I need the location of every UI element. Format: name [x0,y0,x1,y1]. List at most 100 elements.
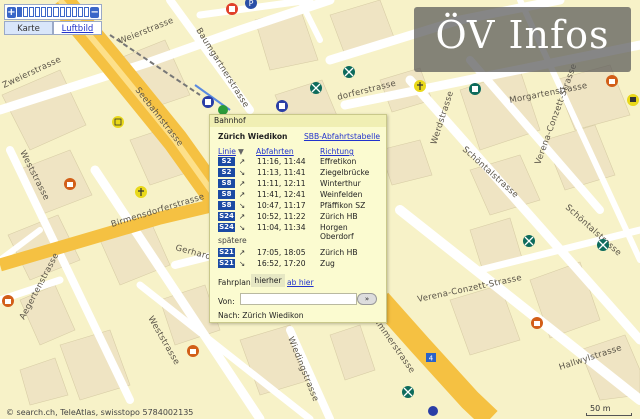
destination: Weinfelden [320,190,363,199]
departure-times: 11:04, 11:34 [257,223,306,232]
zoom-step[interactable] [71,7,78,17]
departure-row[interactable]: S21 ↘ 16:52, 17:20 Zug [218,259,383,268]
destination: Zürich HB [320,212,358,221]
departure-row[interactable]: S21 ↗ 17:05, 18:05 Zürich HB [218,248,383,257]
line-badge[interactable]: S21 [218,259,235,268]
map-type-tabs: Karte Luftbild [4,21,102,35]
direction-arrow-icon: ↘ [239,201,246,210]
direction-arrow-icon: ↘ [239,259,246,268]
zoom-step[interactable] [59,7,65,17]
departure-times: 11:11, 12:11 [257,179,306,188]
line-badge[interactable]: S8 [218,179,235,188]
station-popup: Bahnhof Zürich Wiedikon SBB-Abfahrtstabe… [209,114,387,323]
tab-luftbild[interactable]: Luftbild [53,21,102,35]
destination: Ziegelbrücke [320,168,370,177]
zoom-step[interactable] [53,7,59,17]
app-title-overlay: ÖV Infos [414,7,631,72]
destination: Winterthur [320,179,361,188]
sort-arrow-icon: ▼ [238,147,244,156]
line-badge[interactable]: S8 [218,201,235,210]
church-icon[interactable] [135,186,147,198]
sort-by-departures-link[interactable]: Abfahrten [256,147,294,156]
restaurant-icon[interactable] [187,345,199,357]
departure-times: 11:13, 11:41 [257,168,306,177]
scale-label: 50 m [590,404,611,413]
direction-arrow-icon: ↗ [239,190,246,199]
sort-by-direction-link[interactable]: Richtung [320,147,354,156]
tram-stop-icon[interactable] [402,386,414,398]
route-search-button[interactable]: » [357,293,377,305]
svg-text:P: P [249,0,254,8]
tab-ab-hier[interactable]: ab hier [287,278,314,287]
station-name: Zürich Wiedikon [218,132,288,141]
direction-arrow-icon: ↘ [239,168,246,177]
tram-stop-icon[interactable] [523,235,535,247]
line-badge[interactable]: S8 [218,190,235,199]
line-badge[interactable]: S2 [218,157,235,166]
line-badge[interactable]: S24 [218,212,235,221]
zoom-step[interactable] [22,7,28,17]
departure-row[interactable]: S2 ↘ 11:13, 11:41 Ziegelbrücke [218,168,383,177]
tab-hierher[interactable]: hierher [251,274,285,287]
zoom-step[interactable] [28,7,35,17]
zoom-step[interactable] [65,7,71,17]
nach-label: Nach: Zürich Wiedikon [218,311,304,320]
tram-stop-icon[interactable] [597,239,609,251]
zoom-step[interactable] [84,7,90,17]
von-input[interactable] [240,293,357,305]
direction-arrow-icon: ↗ [239,212,246,221]
von-label: Von: [218,297,235,306]
destination: Zug [320,259,335,268]
bus-stop-icon[interactable] [226,3,238,15]
popup-type-label: Bahnhof [210,115,386,127]
direction-arrow-icon: ↗ [239,157,246,166]
zoom-step[interactable] [47,7,53,17]
zoom-step[interactable] [35,7,41,17]
departure-row[interactable]: S8 ↘ 10:47, 11:17 Pfäffikon SZ [218,201,383,210]
line-badge[interactable]: S24 [218,223,235,232]
road-number-label: 4 [429,355,434,363]
destination: Zürich HB [320,248,358,257]
tram-stop-icon[interactable] [310,82,322,94]
destination: Pfäffikon SZ [320,201,366,210]
tab-karte[interactable]: Karte [4,21,53,35]
direction-arrow-icon: ↘ [239,223,246,232]
line-badge[interactable]: S2 [218,168,235,177]
scale-bar [586,413,632,416]
tram-stop-icon[interactable] [343,66,355,78]
departure-times: 17:05, 18:05 [257,248,306,257]
bus-stop-icon[interactable] [276,100,288,112]
shop-icon[interactable] [469,83,481,95]
sort-by-line-link[interactable]: Linie [218,147,236,156]
bus-stop-icon[interactable] [428,406,438,416]
restaurant-icon[interactable] [606,75,618,87]
zoom-step[interactable] [78,7,84,17]
restaurant-icon[interactable] [531,317,543,329]
departure-times: 10:52, 11:22 [257,212,306,221]
departure-row[interactable]: S2 ↗ 11:16, 11:44 Effretikon [218,157,383,166]
later-label: spätere [218,236,247,245]
restaurant-icon[interactable] [64,178,76,190]
restaurant-icon[interactable] [2,295,14,307]
zoom-in-button[interactable]: + [7,6,16,18]
departure-row[interactable]: S24 ↗ 10:52, 11:22 Zürich HB [218,212,383,221]
destination: Horgen Oberdorf [320,223,354,241]
church-icon[interactable] [414,80,426,92]
zoom-step[interactable] [41,7,47,17]
departure-times: 16:52, 17:20 [257,259,306,268]
line-badge[interactable]: S21 [218,248,235,257]
departure-row[interactable]: S24 ↘ 11:04, 11:34 Horgen Oberdorf [218,223,383,241]
app-title: ÖV Infos [435,13,610,57]
zoom-step[interactable] [16,7,22,17]
direction-arrow-icon: ↗ [239,179,246,188]
post-office-icon[interactable] [627,94,639,106]
departure-times: 10:47, 11:17 [257,201,306,210]
school-icon[interactable] [112,116,124,128]
departure-row[interactable]: S8 ↗ 11:11, 12:11 Winterthur [218,179,383,188]
departure-times: 11:41, 12:41 [257,190,306,199]
zoom-out-button[interactable]: − [90,6,99,18]
copyright-text: © search.ch, TeleAtlas, swisstopo 578400… [6,408,194,417]
bus-stop-icon[interactable] [202,96,214,108]
departure-row[interactable]: S8 ↗ 11:41, 12:41 Weinfelden [218,190,383,199]
sbb-departure-table-link[interactable]: SBB-Abfahrtstabelle [304,132,380,141]
